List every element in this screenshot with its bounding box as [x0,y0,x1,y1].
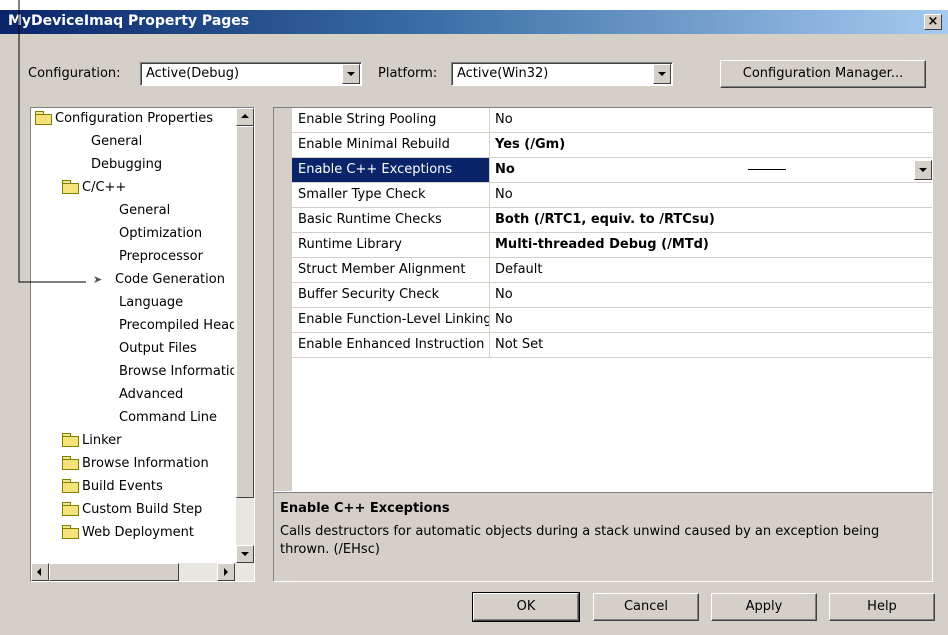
scroll-down-icon[interactable] [236,545,254,563]
property-row[interactable]: Enable Enhanced Instruction Set Not Set [292,333,932,358]
tree-item-browse-information[interactable]: Browse Information [61,453,234,476]
folder-icon [61,502,79,516]
property-row[interactable]: Basic Runtime Checks Both (/RTC1, equiv.… [292,208,932,233]
property-row[interactable]: Enable Minimal Rebuild Yes (/Gm) [292,133,932,158]
tree-item[interactable]: Optimization [119,223,234,246]
scroll-up-icon[interactable] [236,108,254,126]
tree-horizontal-scrollbar[interactable] [31,563,254,581]
property-row[interactable]: Runtime Library Multi-threaded Debug (/M… [292,233,932,258]
tree-item[interactable]: Advanced [119,384,234,407]
platform-dropdown[interactable]: Active(Win32) [451,62,673,86]
settings-tree[interactable]: Configuration Properties General Debuggi… [30,107,255,582]
folder-icon [61,433,79,447]
tree-item-cpp[interactable]: C/C++ [61,177,234,200]
tree-item[interactable]: Output Files [119,338,234,361]
tree-item[interactable]: Debugging [91,154,234,177]
property-row[interactable]: Buffer Security Check No [292,283,932,308]
ok-button[interactable]: OK [472,592,580,622]
tree-item[interactable]: Precompiled Headers [119,315,234,338]
tree-item-code-generation[interactable]: ➤ Code Generation [93,269,234,292]
tree-item-web-deployment[interactable]: Web Deployment [61,522,234,545]
close-icon[interactable]: × [924,14,942,30]
property-value-editor[interactable]: No [490,158,932,183]
tree-item[interactable]: General [91,131,234,154]
folder-icon [61,180,79,194]
tree-item[interactable]: Browse Information [119,361,234,384]
tree-item[interactable]: General [119,200,234,223]
arrow-pointer-icon: ➤ [93,273,103,286]
platform-label: Platform: [378,66,438,81]
description-text: Calls destructors for automatic objects … [280,524,880,557]
folder-icon [61,479,79,493]
property-grid[interactable]: Enable String Pooling No Enable Minimal … [273,107,933,492]
platform-value: Active(Win32) [457,66,549,81]
tree-item[interactable]: Command Line [119,407,234,430]
description-title: Enable C++ Exceptions [280,501,450,516]
property-row[interactable]: Struct Member Alignment Default [292,258,932,283]
tree-item-configuration-properties[interactable]: Configuration Properties [34,108,234,131]
dropdown-arrow-icon[interactable] [653,64,671,84]
tree-item-custom-build-step[interactable]: Custom Build Step [61,499,234,522]
apply-button[interactable]: Apply [711,593,817,621]
folder-icon [34,111,52,125]
folder-icon [61,525,79,539]
window-title: MyDeviceImaq Property Pages [8,13,250,29]
configuration-dropdown[interactable]: Active(Debug) [140,62,362,86]
tree-vertical-scrollbar[interactable] [236,108,254,563]
dropdown-arrow-icon[interactable] [342,64,360,84]
help-button[interactable]: Help [829,593,935,621]
tree-item[interactable]: Preprocessor [119,246,234,269]
configuration-value: Active(Debug) [146,66,240,81]
property-row[interactable]: Smaller Type Check No [292,183,932,208]
property-pages-dialog: MyDeviceImaq Property Pages × Configurat… [0,10,948,635]
configuration-label: Configuration: [28,66,121,81]
configuration-manager-button[interactable]: Configuration Manager... [720,60,926,88]
tree-item-build-events[interactable]: Build Events [61,476,234,499]
property-row-selected[interactable]: Enable C++ Exceptions No [292,158,932,183]
property-row[interactable]: Enable Function-Level Linking No [292,308,932,333]
folder-icon [61,456,79,470]
description-panel: Enable C++ Exceptions Calls destructors … [273,492,933,582]
dropdown-arrow-icon[interactable] [914,160,932,180]
property-row[interactable]: Enable String Pooling No [292,108,932,133]
grid-gutter [274,108,292,491]
scroll-thumb[interactable] [49,563,179,581]
scroll-right-icon[interactable] [217,563,235,581]
scroll-left-icon[interactable] [31,563,49,581]
cursor-line [748,169,786,170]
scroll-thumb[interactable] [236,126,254,498]
tree-item-linker[interactable]: Linker [61,430,234,453]
title-bar: MyDeviceImaq Property Pages × [0,10,948,34]
tree-item[interactable]: Language [119,292,234,315]
cancel-button[interactable]: Cancel [593,593,699,621]
